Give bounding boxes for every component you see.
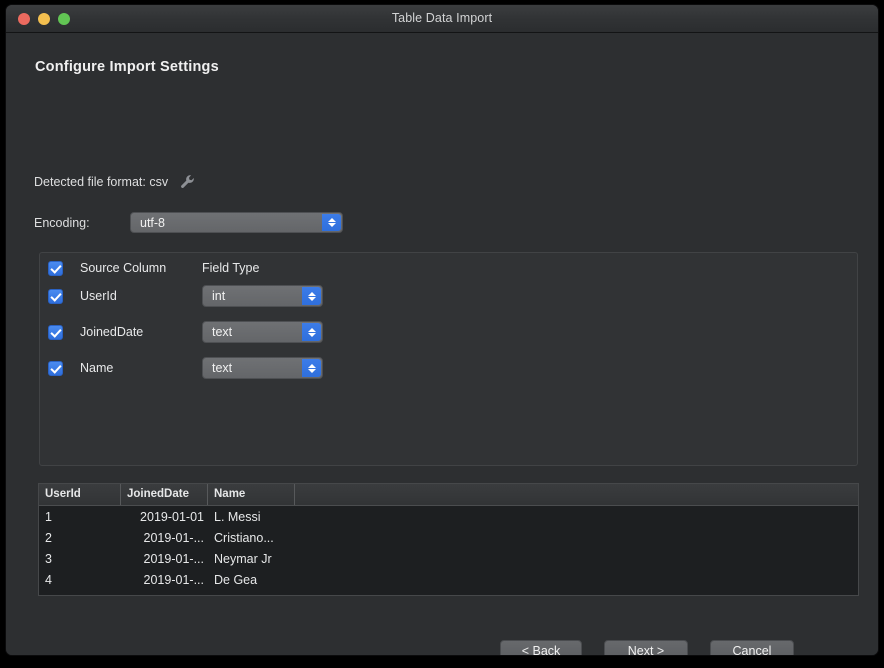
window-titlebar[interactable]: Table Data Import	[6, 5, 878, 33]
next-button[interactable]: Next >	[604, 640, 688, 655]
detected-format-label: Detected file format: csv	[34, 175, 169, 189]
field-type-select-name[interactable]: text	[202, 357, 323, 379]
column-row-name: Name text	[40, 353, 323, 383]
cell-userid: 1	[45, 509, 52, 524]
cell-userid: 3	[45, 551, 52, 566]
chevron-updown-icon[interactable]	[302, 287, 321, 305]
column-checkbox-name[interactable]	[48, 360, 63, 376]
encoding-row: Encoding: utf-8	[34, 212, 343, 233]
preview-body: 1 2019-01-01 L. Messi 2 2019-01-... Cris…	[39, 506, 858, 590]
encoding-value: utf-8	[140, 215, 166, 230]
select-all-checkbox[interactable]	[48, 260, 63, 276]
data-preview-table[interactable]: UserId JoinedDate Name 1 2019-01-01 L. M…	[38, 483, 859, 596]
cell-userid: 2	[45, 530, 52, 545]
window-content: Configure Import Settings Detected file …	[6, 33, 878, 655]
preview-col-header-filler[interactable]	[295, 484, 858, 505]
cell-name: L. Messi	[214, 509, 261, 524]
column-name-name: Name	[80, 361, 114, 375]
chevron-updown-icon[interactable]	[302, 323, 321, 341]
chevron-updown-icon[interactable]	[322, 214, 341, 231]
encoding-label: Encoding:	[34, 215, 90, 230]
cell-userid: 4	[45, 572, 52, 587]
cell-joineddate: 2019-01-01	[140, 509, 204, 524]
table-row[interactable]: 2 2019-01-... Cristiano...	[39, 527, 858, 548]
column-checkbox-joineddate[interactable]	[48, 324, 63, 340]
window-title: Table Data Import	[391, 11, 493, 25]
dialog-footer: < Back Next > Cancel	[6, 631, 878, 655]
column-name-userid: UserId	[80, 289, 117, 303]
column-row-userid: UserId int	[40, 281, 323, 311]
column-name-joineddate: JoinedDate	[80, 325, 144, 339]
page-title: Configure Import Settings	[35, 59, 219, 75]
columns-header-row: Source Column Field Type	[40, 253, 259, 283]
preview-col-header-userid[interactable]: UserId	[39, 484, 121, 505]
detected-format-row: Detected file format: csv	[34, 173, 196, 191]
field-type-select-joineddate[interactable]: text	[202, 321, 323, 343]
chevron-updown-icon[interactable]	[302, 359, 321, 377]
wrench-icon[interactable]	[178, 173, 196, 191]
preview-header-row: UserId JoinedDate Name	[39, 484, 858, 506]
table-data-import-window: Table Data Import Configure Import Setti…	[5, 4, 879, 656]
field-type-value-name: text	[212, 361, 233, 375]
encoding-select[interactable]: utf-8	[130, 212, 343, 233]
cancel-button[interactable]: Cancel	[710, 640, 794, 655]
table-row[interactable]: 1 2019-01-01 L. Messi	[39, 506, 858, 527]
column-checkbox-userid[interactable]	[48, 288, 63, 304]
field-type-value-joineddate: text	[212, 325, 233, 339]
cell-name: Cristiano...	[214, 530, 274, 545]
header-field-type: Field Type	[202, 261, 260, 275]
cell-joineddate: 2019-01-...	[143, 530, 204, 545]
back-button[interactable]: < Back	[500, 640, 582, 655]
cell-joineddate: 2019-01-...	[143, 551, 204, 566]
field-type-select-userid[interactable]: int	[202, 285, 323, 307]
preview-col-header-joineddate[interactable]: JoinedDate	[121, 484, 208, 505]
header-source-column: Source Column	[80, 261, 167, 275]
column-row-joineddate: JoinedDate text	[40, 317, 323, 347]
field-type-value-userid: int	[212, 289, 226, 303]
table-row[interactable]: 3 2019-01-... Neymar Jr	[39, 548, 858, 569]
cell-name: De Gea	[214, 572, 258, 587]
source-columns-panel: Source Column Field Type UserId int Join…	[39, 252, 858, 466]
preview-col-header-name[interactable]: Name	[208, 484, 295, 505]
cell-joineddate: 2019-01-...	[143, 572, 204, 587]
screen: Table Data Import Configure Import Setti…	[0, 0, 884, 668]
table-row[interactable]: 4 2019-01-... De Gea	[39, 569, 858, 590]
cell-name: Neymar Jr	[214, 551, 272, 566]
